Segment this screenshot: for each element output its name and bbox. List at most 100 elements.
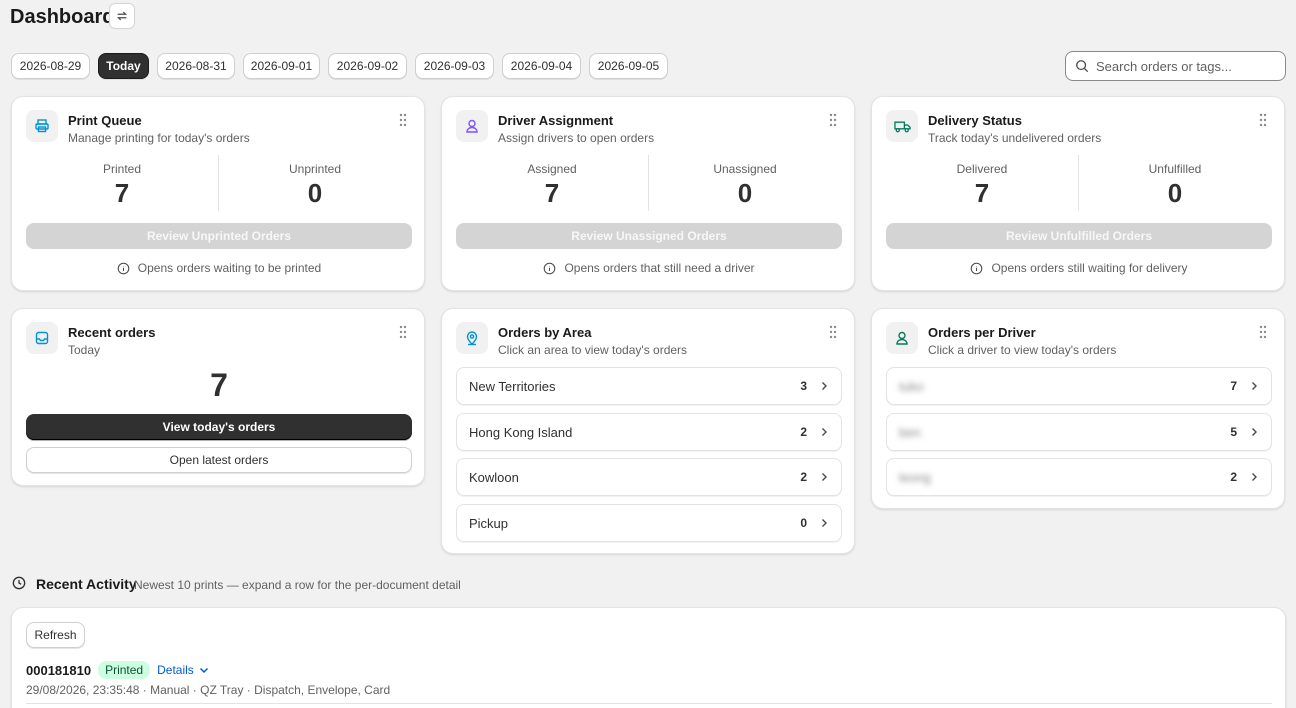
area-row-kowloon[interactable]: Kowloon 2 <box>456 458 842 496</box>
date-pill-2026-09-04[interactable]: 2026-09-04 <box>502 53 581 79</box>
info-icon <box>971 262 983 274</box>
driver-icon-box <box>456 110 488 142</box>
delivered-label: Delivered <box>956 162 1008 176</box>
area-row-hong-kong-island[interactable]: Hong Kong Island 2 <box>456 413 842 451</box>
area-name: New Territories <box>469 378 556 394</box>
orders-per-driver-card: Orders per Driver Click a driver to view… <box>871 308 1285 509</box>
inbox-icon-box <box>26 322 58 354</box>
info-icon <box>117 262 130 274</box>
date-pill-2026-09-05[interactable]: 2026-09-05 <box>589 53 668 79</box>
print-queue-hint: Opens orders waiting to be printed <box>26 261 412 275</box>
date-pill-2026-09-03[interactable]: 2026-09-03 <box>415 53 494 79</box>
chevron-right-icon <box>1252 428 1257 436</box>
drag-handle-icon[interactable] <box>828 325 838 339</box>
driver-row[interactable]: tuko 7 <box>886 367 1272 405</box>
recent-activity-subtitle: Newest 10 prints — expand a row for the … <box>134 578 461 592</box>
review-unassigned-button[interactable]: Review Unassigned Orders <box>456 223 842 249</box>
refresh-icon <box>117 11 127 21</box>
details-toggle[interactable]: Details <box>157 663 209 677</box>
driver-name: tuko <box>899 378 924 394</box>
review-unprinted-button[interactable]: Review Unprinted Orders <box>26 223 412 249</box>
printer-icon-box <box>26 110 58 142</box>
print-queue-card: Print Queue Manage printing for today's … <box>11 96 425 291</box>
card-title: Orders by Area <box>498 325 592 340</box>
card-title: Delivery Status <box>928 113 1022 128</box>
unassigned-label: Unassigned <box>713 162 777 176</box>
area-row-pickup[interactable]: Pickup 0 <box>456 504 842 542</box>
drag-handle-icon[interactable] <box>1258 325 1268 339</box>
hint-text: Opens orders still waiting for delivery <box>991 261 1188 275</box>
drag-handle-icon[interactable] <box>398 113 408 127</box>
printer-icon <box>35 119 49 133</box>
location-icon-box <box>456 322 488 354</box>
drag-handle-icon[interactable] <box>828 113 838 127</box>
view-todays-orders-button[interactable]: View today's orders <box>26 414 412 440</box>
chevron-down-icon <box>199 667 208 674</box>
drag-handle-icon[interactable] <box>1258 113 1268 127</box>
driver-row[interactable]: ben 5 <box>886 413 1272 451</box>
driver-count: 7 <box>1230 379 1237 393</box>
search-input[interactable] <box>1096 58 1276 74</box>
status-badge: Printed <box>98 661 151 679</box>
driver-person-icon-box <box>886 322 918 354</box>
area-name: Pickup <box>469 515 509 531</box>
card-subtitle: Manage printing for today's orders <box>68 131 250 145</box>
assigned-value: 7 <box>544 178 560 208</box>
card-title: Orders per Driver <box>928 325 1036 340</box>
inbox-icon <box>35 331 49 345</box>
info-icon <box>544 262 556 274</box>
area-count: 0 <box>800 516 807 530</box>
open-latest-orders-button[interactable]: Open latest orders <box>26 447 412 473</box>
details-label: Details <box>157 663 194 677</box>
assigned-label: Assigned <box>527 162 577 176</box>
unfulfilled-value: 0 <box>1167 178 1183 208</box>
printed-value: 7 <box>114 178 130 208</box>
recent-orders-card: Recent orders Today 7 View today's order… <box>11 308 425 486</box>
card-subtitle: Click a driver to view today's orders <box>928 343 1117 357</box>
recent-orders-count: 7 <box>210 367 228 403</box>
truck-icon-box <box>886 110 918 142</box>
search-box <box>1065 51 1286 81</box>
hint-text: Opens orders that still need a driver <box>564 261 755 275</box>
date-pill-2026-09-02[interactable]: 2026-09-02 <box>328 53 407 79</box>
date-pill-2026-08-29[interactable]: 2026-08-29 <box>11 53 90 79</box>
card-subtitle: Track today's undelivered orders <box>928 131 1102 145</box>
refresh-icon-button[interactable] <box>109 3 135 29</box>
driver-count: 2 <box>1230 470 1237 484</box>
recent-activity-title: Recent Activity <box>36 576 137 592</box>
refresh-button[interactable]: Refresh <box>26 622 85 648</box>
review-unfulfilled-button[interactable]: Review Unfulfilled Orders <box>886 223 1272 249</box>
order-number[interactable]: 000181810 <box>26 663 91 678</box>
activity-meta: 29/08/2026, 23:35:48 · Manual · QZ Tray … <box>26 683 391 697</box>
area-count: 2 <box>800 470 807 484</box>
unprinted-label: Unprinted <box>288 162 342 176</box>
area-row-new-territories[interactable]: New Territories 3 <box>456 367 842 405</box>
drag-handle-icon[interactable] <box>398 325 408 339</box>
date-pill-today[interactable]: Today <box>98 53 149 79</box>
area-name: Kowloon <box>469 469 519 485</box>
search-icon <box>1076 60 1089 73</box>
date-pill-2026-09-01[interactable]: 2026-09-01 <box>243 53 320 79</box>
truck-icon <box>893 121 911 133</box>
delivered-value: 7 <box>974 178 990 208</box>
card-title: Driver Assignment <box>498 113 614 128</box>
person-icon <box>896 331 908 345</box>
area-count: 2 <box>800 425 807 439</box>
driver-name: leong <box>899 469 931 485</box>
chevron-right-icon <box>822 428 827 436</box>
orders-by-area-card: Orders by Area Click an area to view tod… <box>441 308 855 554</box>
date-pill-2026-08-31[interactable]: 2026-08-31 <box>157 53 235 79</box>
clock-icon <box>12 576 26 590</box>
driver-assignment-card: Driver Assignment Assign drivers to open… <box>441 96 855 291</box>
row-divider <box>26 703 1272 704</box>
card-subtitle: Today <box>68 343 101 357</box>
delivery-status-card: Delivery Status Track today's undelivere… <box>871 96 1285 291</box>
driver-row[interactable]: leong 2 <box>886 458 1272 496</box>
recent-activity-card: Refresh 000181810 Printed Details 29/08/… <box>11 607 1286 708</box>
chevron-right-icon <box>822 519 827 527</box>
card-subtitle: Click an area to view today's orders <box>498 343 688 357</box>
area-name: Hong Kong Island <box>469 424 573 440</box>
chevron-right-icon <box>1252 473 1257 481</box>
driver-assignment-hint: Opens orders that still need a driver <box>456 261 842 275</box>
unprinted-value: 0 <box>307 178 323 208</box>
